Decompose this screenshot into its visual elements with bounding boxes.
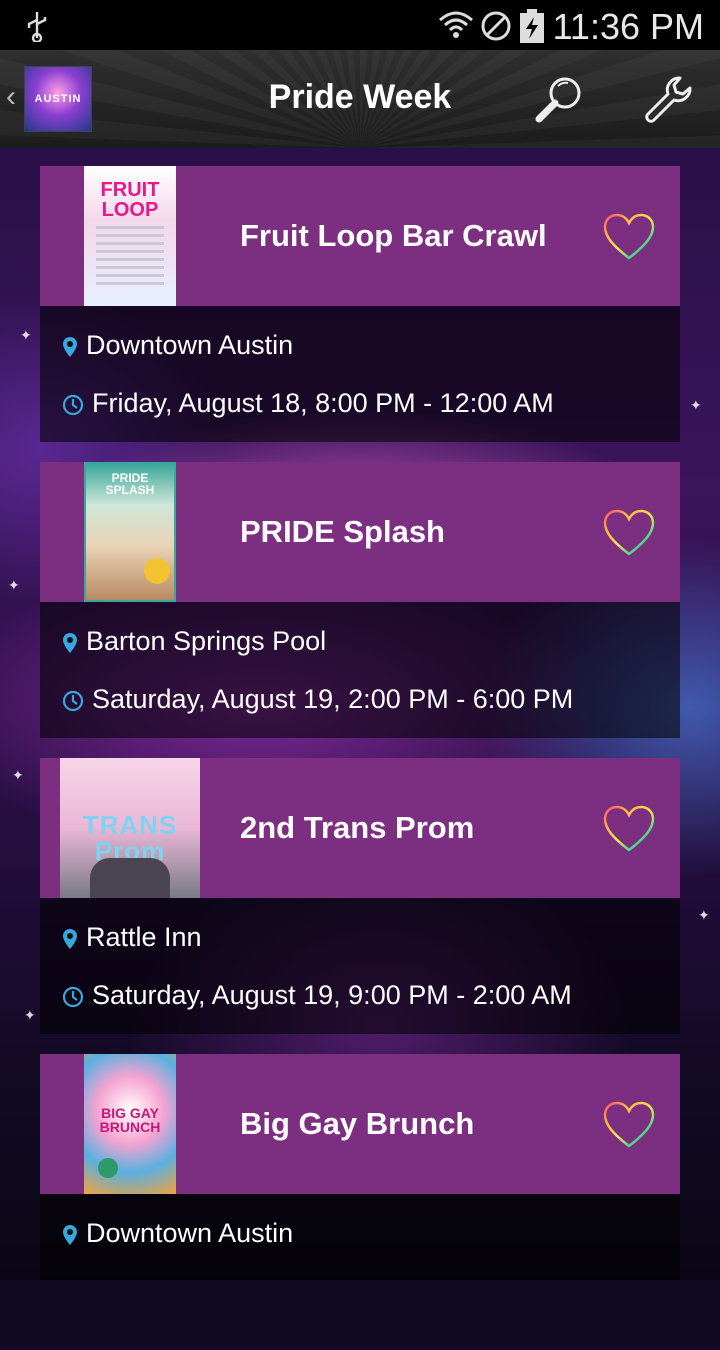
map-pin-icon xyxy=(63,336,77,357)
clock-icon xyxy=(62,986,84,1007)
event-location: Downtown Austin xyxy=(86,1218,294,1248)
event-title: 2nd Trans Prom xyxy=(240,810,475,845)
event-time-row: Friday, August 18, 8:00 PM - 12:00 AM xyxy=(62,388,554,419)
do-not-disturb-icon xyxy=(481,11,511,41)
page-title: Pride Week xyxy=(268,78,452,116)
event-poster-image: PRIDE SPLASH xyxy=(84,462,176,602)
event-datetime: Saturday, August 19, 9:00 PM - 2:00 AM xyxy=(92,980,572,1010)
event-location-row: Rattle Inn xyxy=(62,922,202,953)
event-title: Big Gay Brunch xyxy=(240,1106,475,1141)
status-bar: 11:36 PM xyxy=(0,0,720,50)
event-time-row: Saturday, August 19, 2:00 PM - 6:00 PM xyxy=(62,684,573,715)
poster-graphic xyxy=(98,1158,118,1178)
heart-icon[interactable] xyxy=(602,1100,656,1150)
heart-icon[interactable] xyxy=(602,508,656,558)
event-card-details: Downtown Austin xyxy=(40,1194,680,1280)
event-location: Rattle Inn xyxy=(86,922,202,952)
wrench-icon[interactable] xyxy=(640,72,696,128)
event-card-details: Downtown Austin Friday, August 18, 8:00 … xyxy=(40,306,680,442)
event-card[interactable]: TRANS Prom 2nd Trans Prom Rattle Inn Sat… xyxy=(40,758,680,1034)
event-location: Barton Springs Pool xyxy=(86,626,327,656)
poster-graphic xyxy=(90,858,170,898)
sparkle: ✦ xyxy=(12,767,24,783)
event-card-header[interactable]: PRIDE SPLASH PRIDE Splash xyxy=(40,462,680,602)
action-bar: ‹ AUSTIN Pride Week xyxy=(0,50,720,148)
status-time: 11:36 PM xyxy=(552,6,704,47)
search-icon[interactable] xyxy=(532,72,588,128)
heart-icon[interactable] xyxy=(602,804,656,854)
event-location-row: Downtown Austin xyxy=(62,1218,293,1249)
sparkle: ✦ xyxy=(24,1007,36,1023)
poster-text: FRUIT LOOP xyxy=(100,179,160,221)
event-poster-image: TRANS Prom xyxy=(60,758,200,898)
event-card[interactable]: PRIDE SPLASH PRIDE Splash Barton Springs… xyxy=(40,462,680,738)
event-time-row: Saturday, August 19, 9:00 PM - 2:00 AM xyxy=(62,980,572,1011)
event-location-row: Barton Springs Pool xyxy=(62,626,326,657)
poster-text: BIG GAY BRUNCH xyxy=(99,1105,161,1135)
sparkle: ✦ xyxy=(8,577,20,593)
event-datetime: Saturday, August 19, 2:00 PM - 6:00 PM xyxy=(92,684,574,714)
event-location: Downtown Austin xyxy=(86,330,294,360)
map-pin-icon xyxy=(63,632,77,653)
sparkle: ✦ xyxy=(698,907,710,923)
sparkle: ✦ xyxy=(690,397,702,413)
event-card[interactable]: FRUIT LOOP Fruit Loop Bar Crawl Downtown… xyxy=(40,166,680,442)
poster-graphic xyxy=(96,226,164,286)
event-card-details: Rattle Inn Saturday, August 19, 9:00 PM … xyxy=(40,898,680,1034)
clock-icon xyxy=(62,394,84,415)
event-title: PRIDE Splash xyxy=(240,514,445,549)
poster-graphic xyxy=(144,558,170,584)
event-card-details: Barton Springs Pool Saturday, August 19,… xyxy=(40,602,680,738)
map-pin-icon xyxy=(63,1224,77,1245)
map-pin-icon xyxy=(63,928,77,949)
heart-icon[interactable] xyxy=(602,212,656,262)
event-card-header[interactable]: TRANS Prom 2nd Trans Prom xyxy=(40,758,680,898)
poster-text: PRIDE SPLASH xyxy=(105,471,155,497)
event-poster-image: FRUIT LOOP xyxy=(84,166,176,306)
wifi-icon xyxy=(439,11,473,38)
poster-text: TRANS Prom xyxy=(82,810,178,866)
usb-icon xyxy=(27,12,47,42)
event-list: FRUIT LOOP Fruit Loop Bar Crawl Downtown… xyxy=(40,166,680,1350)
clock-icon xyxy=(62,690,84,711)
sparkle: ✦ xyxy=(20,327,32,343)
event-card-header[interactable]: FRUIT LOOP Fruit Loop Bar Crawl xyxy=(40,166,680,306)
event-card-header[interactable]: BIG GAY BRUNCH Big Gay Brunch xyxy=(40,1054,680,1194)
event-card[interactable]: BIG GAY BRUNCH Big Gay Brunch Downtown A… xyxy=(40,1054,680,1330)
event-poster-image: BIG GAY BRUNCH xyxy=(84,1054,176,1194)
battery-charging-icon xyxy=(520,9,544,43)
event-location-row: Downtown Austin xyxy=(62,330,293,361)
event-title: Fruit Loop Bar Crawl xyxy=(240,218,547,253)
event-datetime: Friday, August 18, 8:00 PM - 12:00 AM xyxy=(92,388,554,418)
